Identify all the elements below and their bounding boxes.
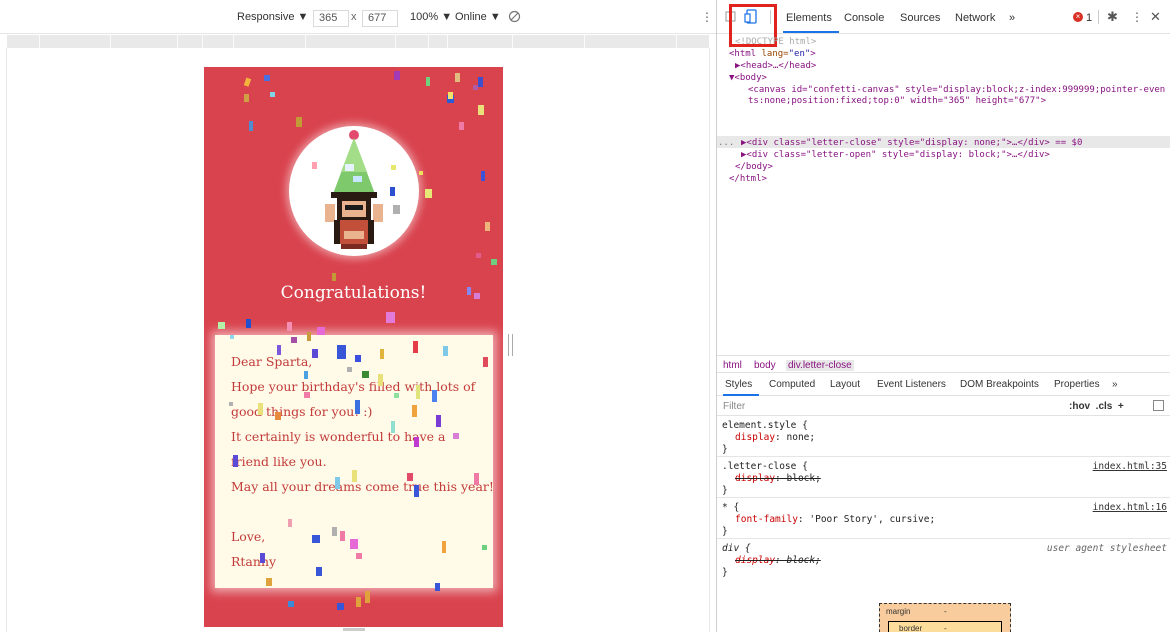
dimension-separator: x — [351, 11, 357, 23]
zoom-select[interactable]: 100% ▼ — [410, 11, 452, 23]
rule-selector[interactable]: * { — [722, 502, 739, 513]
confetti-canvas — [218, 71, 497, 610]
more-options-icon[interactable]: ⋮ — [1131, 10, 1143, 24]
tab-sources[interactable]: Sources — [900, 12, 940, 24]
style-rule: div { user agent stylesheet display: blo… — [717, 540, 1170, 580]
height-input[interactable]: 677 — [362, 10, 398, 27]
error-icon[interactable]: × — [1073, 12, 1083, 22]
more-tabs-button[interactable]: » — [1112, 379, 1118, 390]
rule-source-link[interactable]: index.html:35 — [1093, 461, 1167, 472]
close-icon[interactable]: ✕ — [1150, 9, 1161, 25]
tab-computed[interactable]: Computed — [769, 379, 815, 390]
toggle-sidebar-icon[interactable] — [1153, 400, 1164, 411]
devtools-panel: Elements Console Sources Network » × 1 ✱… — [716, 0, 1170, 632]
styles-tabbar: Styles Computed Layout Event Listeners D… — [717, 374, 1170, 396]
dom-line[interactable]: <canvas id="confetti-canvas" style="disp… — [748, 85, 1165, 95]
devtools-tabbar: Elements Console Sources Network » × 1 ✱… — [717, 0, 1170, 34]
page-preview: Congratulations! Dear Sparta, Hope your … — [204, 67, 503, 627]
dom-line[interactable]: <!DOCTYPE html> — [735, 37, 816, 47]
filter-input[interactable]: Filter — [723, 401, 745, 412]
device-emulation-pane: Responsive ▼ 365 x 677 100% ▼ Online ▼ ⋮ — [0, 0, 716, 632]
rule-close: } — [722, 485, 728, 496]
dom-line[interactable]: </body> — [735, 162, 773, 172]
width-input[interactable]: 365 — [313, 10, 349, 27]
dom-tree: <!DOCTYPE html> <html lang="en"> ▶<head>… — [717, 35, 1170, 353]
device-toolbar: Responsive ▼ 365 x 677 100% ▼ Online ▼ ⋮ — [0, 0, 716, 34]
app-window: Responsive ▼ 365 x 677 100% ▼ Online ▼ ⋮ — [0, 0, 1170, 632]
breadcrumb: html body div.letter-close — [717, 355, 1170, 373]
dom-line[interactable]: ts:none;position:fixed;top:0" width="365… — [748, 96, 1046, 106]
rule-selector[interactable]: element.style { — [722, 420, 808, 431]
tab-dom-breakpoints[interactable]: DOM Breakpoints — [960, 379, 1039, 390]
box-model-border-value: - — [944, 624, 947, 632]
box-model-diagram[interactable]: margin - border - — [879, 603, 1011, 632]
tab-layout[interactable]: Layout — [830, 379, 860, 390]
rule-declaration[interactable]: font-family: 'Poor Story', cursive; — [735, 514, 935, 525]
rule-close: } — [722, 526, 728, 537]
style-rule: element.style { display: none; } — [717, 417, 1170, 457]
rule-selector[interactable]: div { — [722, 543, 751, 554]
style-rule: .letter-close { index.html:35 display: b… — [717, 458, 1170, 498]
dom-row-dots[interactable]: ... — [718, 138, 734, 148]
resize-handle[interactable] — [508, 334, 513, 356]
rotate-icon[interactable] — [508, 10, 521, 26]
rule-declaration[interactable]: display: block; — [735, 473, 821, 484]
style-rule: * { index.html:16 font-family: 'Poor Sto… — [717, 499, 1170, 539]
box-model-margin-label: margin — [886, 607, 911, 616]
dom-line[interactable]: </html> — [729, 174, 767, 184]
rule-source-link[interactable]: index.html:16 — [1093, 502, 1167, 513]
bottom-resize-grip[interactable] — [343, 628, 365, 631]
breadcrumb-item-selected[interactable]: div.letter-close — [786, 360, 854, 371]
breadcrumb-item[interactable]: html — [723, 360, 742, 371]
dom-line[interactable]: ▶<div class="letter-close" style="displa… — [741, 138, 1082, 148]
tab-styles[interactable]: Styles — [725, 379, 752, 390]
more-options-icon[interactable]: ⋮ — [701, 10, 713, 24]
rule-declaration[interactable]: display: none; — [735, 432, 815, 443]
rule-selector[interactable]: .letter-close { — [722, 461, 808, 472]
box-model-margin-value: - — [944, 607, 947, 616]
breadcrumb-item[interactable]: body — [754, 360, 776, 371]
dom-line[interactable]: <html lang="en"> — [729, 49, 816, 59]
settings-gear-icon[interactable]: ✱ — [1107, 9, 1118, 25]
filter-tools[interactable]: :hov .cls + — [1069, 401, 1124, 412]
rule-declaration: display: block; — [735, 555, 821, 566]
rule-close: } — [722, 567, 728, 578]
tab-properties[interactable]: Properties — [1054, 379, 1100, 390]
dom-line[interactable]: ▶<div class="letter-open" style="display… — [741, 150, 1050, 160]
more-tabs-button[interactable]: » — [1009, 12, 1015, 24]
tab-event-listeners[interactable]: Event Listeners — [877, 379, 946, 390]
tab-console[interactable]: Console — [844, 12, 884, 24]
device-select[interactable]: Responsive ▼ — [237, 11, 308, 23]
active-tab-indicator — [723, 394, 759, 396]
toolbar-divider — [1098, 10, 1099, 24]
width-ruler — [7, 35, 709, 48]
error-count[interactable]: 1 — [1086, 12, 1092, 24]
dom-line[interactable]: ▶<head>…</head> — [735, 61, 816, 71]
box-model-border-label: border — [899, 624, 923, 632]
network-throttle-select[interactable]: Online ▼ — [455, 11, 501, 23]
styles-filter-bar: Filter :hov .cls + — [717, 397, 1170, 416]
box-model-border[interactable]: border - — [888, 621, 1002, 632]
rule-source: user agent stylesheet — [1046, 543, 1167, 554]
tab-network[interactable]: Network — [955, 12, 995, 24]
active-tab-indicator — [783, 31, 839, 33]
tab-elements[interactable]: Elements — [786, 12, 832, 24]
dom-line[interactable]: ▼<body> — [729, 73, 767, 83]
rule-close: } — [722, 444, 728, 455]
